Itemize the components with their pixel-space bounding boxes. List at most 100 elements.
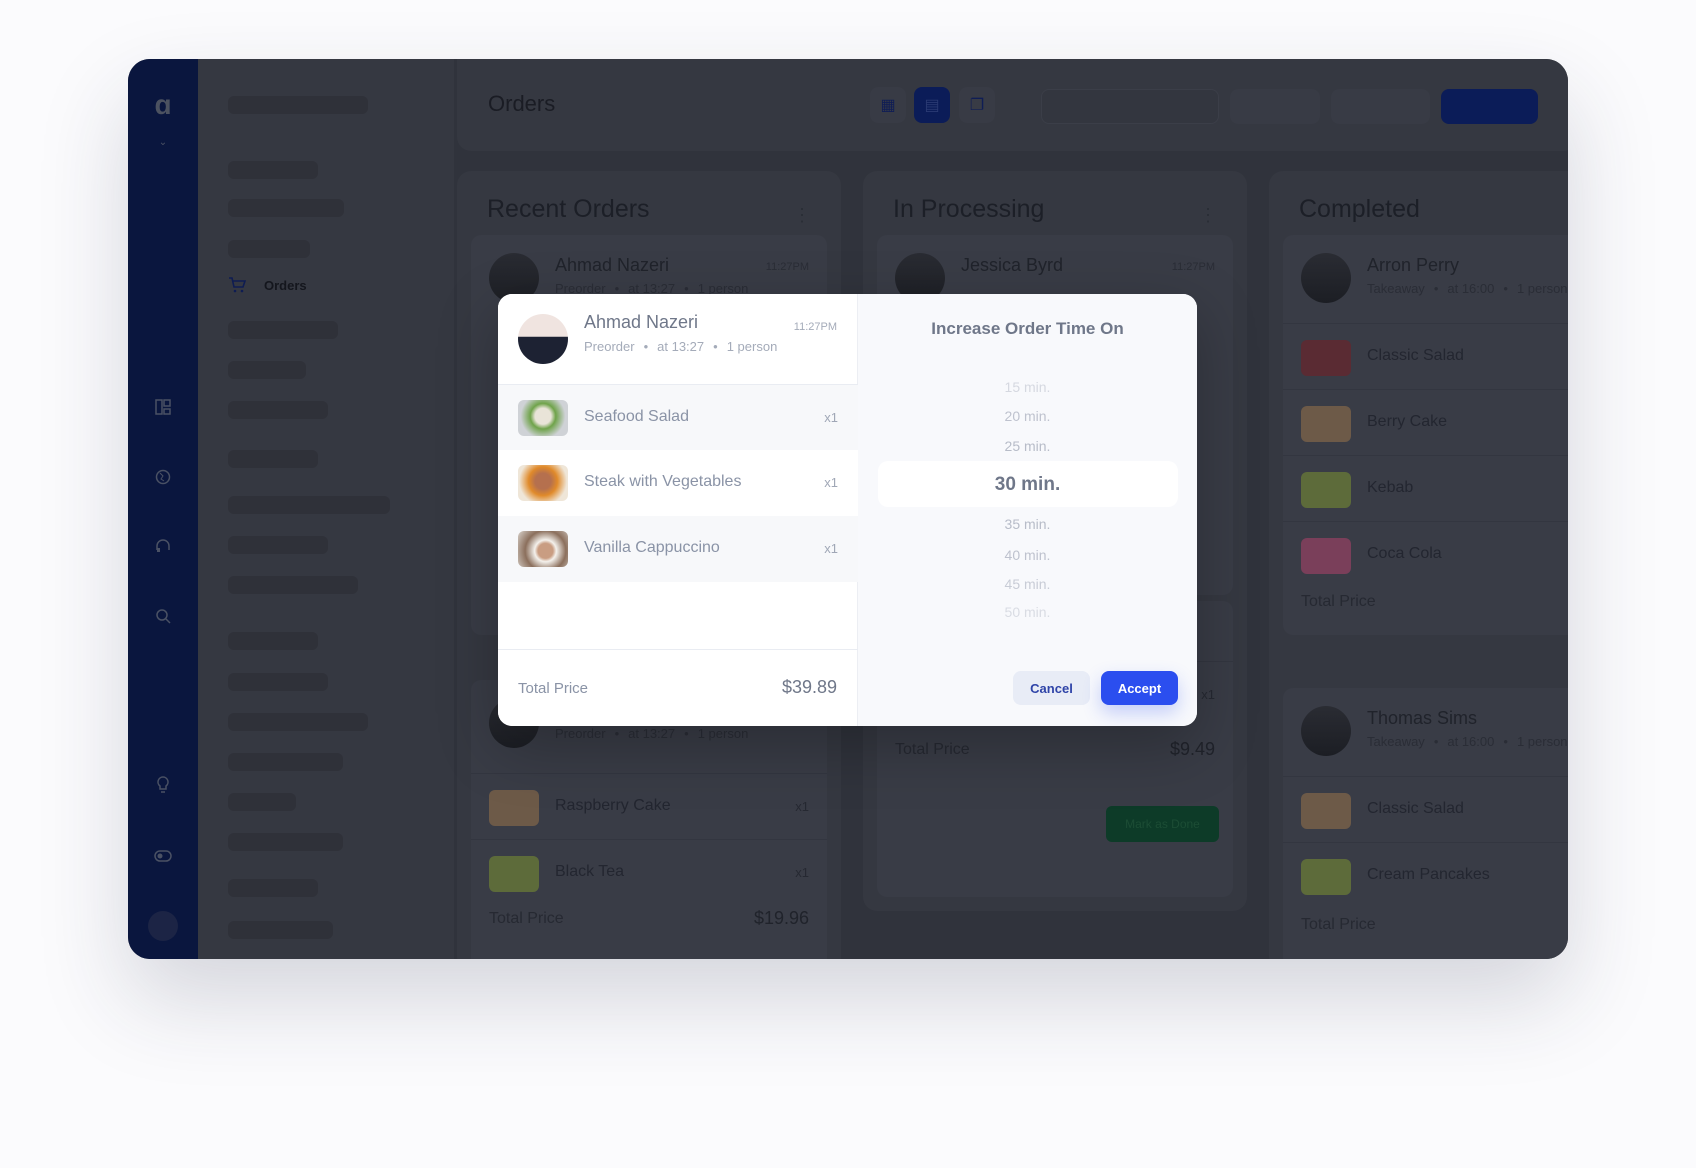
headset-icon[interactable] — [150, 533, 176, 559]
primary-action-button[interactable] — [1441, 89, 1538, 124]
placeholder — [228, 713, 368, 731]
placeholder — [228, 632, 318, 650]
meta-value: at 16:00 — [1447, 734, 1495, 749]
order-people: 1 person — [726, 339, 778, 354]
placeholder — [228, 321, 338, 339]
order-at: at 13:27 — [657, 339, 705, 354]
list-item: Berry Cake — [1283, 389, 1568, 455]
total-price: $9.49 — [1169, 739, 1215, 759]
customer-name: Arron Perry — [1367, 255, 1460, 275]
list-item: Classic Salad — [1283, 323, 1568, 389]
total-price: $19.96 — [753, 908, 809, 928]
cart-icon — [229, 277, 246, 293]
meta-value: Preorder — [555, 726, 606, 741]
meta-value: at 13:27 — [628, 726, 676, 741]
avatar — [1301, 253, 1351, 303]
time-option[interactable]: 50 min. — [858, 604, 1197, 620]
avatar[interactable] — [148, 911, 178, 941]
placeholder — [228, 401, 328, 419]
search-input[interactable] — [1041, 89, 1219, 124]
total-label: Total Price — [1301, 916, 1376, 933]
meta-value: at 16:00 — [1447, 281, 1495, 296]
placeholder — [228, 833, 343, 851]
item-name: Classic Salad — [1367, 347, 1464, 364]
item-name: Raspberry Cake — [555, 797, 671, 814]
increase-time-modal: Ahmad Nazeri 11:27PM Preorder • at 13:27 •… — [498, 294, 1197, 726]
customer-name: Thomas Sims — [1367, 708, 1478, 728]
accept-button[interactable]: Accept — [1101, 671, 1178, 705]
placeholder — [228, 753, 343, 771]
list-item: Kebab — [1283, 455, 1568, 521]
time-option[interactable]: 20 min. — [858, 408, 1197, 424]
placeholder — [228, 450, 318, 468]
divider — [498, 649, 858, 650]
order-time: 11:27PM — [793, 321, 837, 333]
column-title: Recent Orders — [487, 195, 650, 223]
more-options-icon[interactable]: ⋮ — [793, 205, 811, 226]
time-option[interactable]: 45 min. — [858, 576, 1197, 592]
food-thumbnail — [1301, 472, 1351, 508]
chevron-down-icon[interactable]: ⌄ — [150, 129, 176, 155]
food-thumbnail — [489, 856, 539, 892]
time-option[interactable]: 25 min. — [858, 438, 1197, 454]
lightbulb-icon[interactable] — [150, 772, 176, 798]
mark-as-done-button[interactable]: Mark as Done — [1106, 806, 1219, 842]
meta-value: Takeaway — [1367, 281, 1425, 296]
item-name: Classic Salad — [1367, 800, 1464, 817]
time-option[interactable]: 15 min. — [858, 379, 1197, 395]
order-meta: Takeaway • at 16:00 • 1 person — [1367, 734, 1568, 749]
dashboard-icon[interactable] — [150, 394, 176, 420]
time-option[interactable]: 40 min. — [858, 547, 1197, 563]
placeholder — [228, 673, 328, 691]
avatar — [1301, 706, 1351, 756]
list-item: Raspberry Cake x1 — [471, 773, 827, 839]
item-name: Cream Pancakes — [1367, 866, 1490, 883]
time-option[interactable]: 35 min. — [858, 516, 1197, 532]
globe-icon[interactable] — [150, 464, 176, 490]
item-name: Steak with Vegetables — [584, 473, 742, 490]
order-card: Arron Perry Takeaway • at 16:00 • 1 person Cla… — [1283, 235, 1568, 635]
item-qty: x1 — [795, 865, 809, 880]
placeholder — [228, 793, 296, 811]
toggle-icon[interactable] — [150, 843, 176, 869]
order-summary: Ahmad Nazeri 11:27PM Preorder • at 13:27 •… — [498, 294, 858, 726]
sidebar-item-orders[interactable]: Orders — [228, 277, 307, 293]
item-name: Coca Cola — [1367, 545, 1442, 562]
cancel-button[interactable]: Cancel — [1013, 671, 1090, 705]
sort-button[interactable] — [1331, 89, 1430, 124]
list-item: Classic Salad — [1283, 776, 1568, 842]
column-title: Completed — [1299, 195, 1420, 223]
list-view-icon[interactable]: ▤ — [914, 87, 950, 123]
placeholder — [228, 576, 358, 594]
time-picker-panel: Increase Order Time On 15 min. 20 min. 25 … — [858, 294, 1197, 726]
total-price: $39.89 — [781, 677, 837, 697]
more-options-icon[interactable]: ⋮ — [1199, 205, 1217, 226]
order-card: Thomas Sims Takeaway • at 16:00 • 1 person Cla… — [1283, 688, 1568, 959]
time-option-selected[interactable]: 30 min. — [858, 474, 1197, 496]
filter-button[interactable] — [1230, 89, 1320, 124]
placeholder — [228, 199, 344, 217]
food-thumbnail — [518, 465, 568, 501]
search-icon[interactable] — [150, 603, 176, 629]
customer-avatar — [518, 314, 568, 364]
page-header: Orders ▦ ▤ ❐ — [457, 59, 1568, 151]
placeholder — [228, 161, 318, 179]
meta-value: 1 person — [697, 726, 749, 741]
placeholder — [228, 240, 310, 258]
food-thumbnail — [1301, 340, 1351, 376]
meta-value: Takeaway — [1367, 734, 1425, 749]
card-view-icon[interactable]: ❐ — [959, 87, 995, 123]
table-view-icon[interactable]: ▦ — [870, 87, 906, 123]
logo-icon[interactable]: ɑ — [150, 89, 176, 120]
order-type: Preorder — [584, 339, 635, 354]
separator: • — [713, 339, 718, 354]
order-meta: Preorder • at 13:27 • 1 person — [584, 339, 777, 354]
food-thumbnail — [1301, 538, 1351, 574]
icon-rail: ɑ ⌄ — [128, 59, 198, 959]
food-thumbnail — [1301, 859, 1351, 895]
order-time: 11:27PM — [765, 261, 809, 273]
separator: • — [614, 726, 620, 741]
food-thumbnail — [1301, 406, 1351, 442]
separator: • — [1503, 734, 1508, 749]
column-title: In Processing — [893, 195, 1045, 223]
